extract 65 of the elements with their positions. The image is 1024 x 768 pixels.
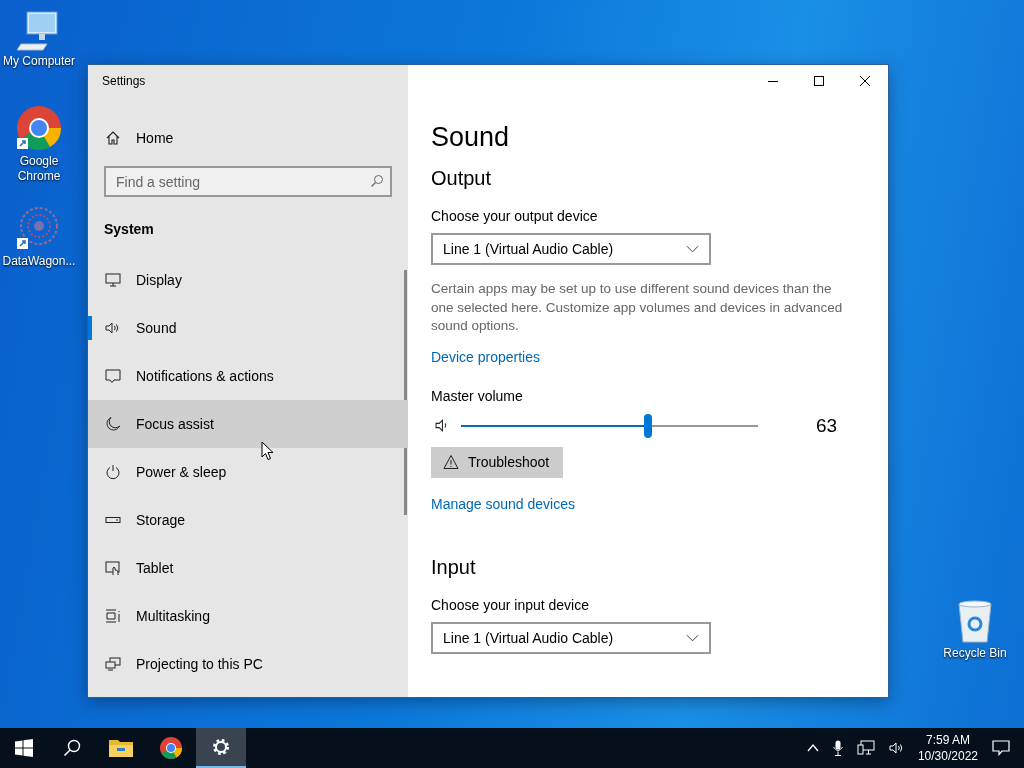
search-icon <box>370 174 384 188</box>
chevron-down-icon <box>686 245 699 253</box>
time-text: 7:59 AM <box>925 732 970 748</box>
projector-icon <box>105 656 121 672</box>
recycle-bin-icon[interactable] <box>955 600 995 644</box>
message-icon <box>105 368 121 384</box>
gear-icon <box>211 737 231 757</box>
multitasking-icon <box>105 608 121 624</box>
tablet-icon <box>105 560 121 576</box>
taskbar-app[interactable] <box>196 728 246 768</box>
speaker-icon <box>105 320 121 336</box>
date-text: 10/30/2022 <box>917 748 978 764</box>
section-heading: System <box>103 221 155 239</box>
speaker-icon[interactable] <box>888 740 905 756</box>
slider-thumb[interactable] <box>644 413 653 438</box>
search-field[interactable]: Find a setting <box>104 166 392 197</box>
input-device-dropdown[interactable]: Line 1 (Virtual Audio Cable) <box>431 621 711 654</box>
network-icon[interactable] <box>856 740 875 756</box>
windows-logo-icon <box>15 739 33 757</box>
volume-slider[interactable] <box>461 413 758 438</box>
warning-icon <box>443 454 459 470</box>
power-icon <box>105 464 121 480</box>
chrome-icon <box>159 736 183 760</box>
nav-item[interactable]: Multitasking <box>88 592 408 640</box>
chrome-icon[interactable] <box>15 104 63 152</box>
clock[interactable]: 7:59 AM 10/30/2022 <box>917 732 978 764</box>
troubleshoot-button[interactable]: Troubleshoot <box>431 446 564 478</box>
nav-item[interactable]: Storage <box>88 496 408 544</box>
home-icon <box>105 130 121 146</box>
nav-item[interactable]: Power & sleep <box>88 448 408 496</box>
nav-item[interactable]: Notifications & actions <box>88 352 408 400</box>
monitor-icon <box>105 272 121 288</box>
search-icon <box>63 739 81 757</box>
nav-item[interactable]: Tablet <box>88 544 408 592</box>
nav-item[interactable]: Display <box>88 256 408 304</box>
field-label: Choose your output device <box>431 207 598 225</box>
page-title: Sound <box>431 121 510 154</box>
desktop-icon-label[interactable]: Recycle Bin <box>943 646 1007 661</box>
device-properties-link[interactable]: Device properties <box>431 348 540 365</box>
volume-value: 63 <box>816 414 838 437</box>
section-heading: Output <box>431 166 492 191</box>
folder-icon <box>109 738 133 758</box>
notification-icon[interactable] <box>992 740 1010 756</box>
output-device-dropdown[interactable]: Line 1 (Virtual Audio Cable) <box>431 233 711 265</box>
field-label: Master volume <box>431 386 523 405</box>
nav-item[interactable]: Projecting to this PC <box>88 640 408 688</box>
manage-devices-link[interactable]: Manage sound devices <box>431 495 575 512</box>
chevron-down-icon <box>686 633 699 642</box>
nav-item[interactable]: Sound <box>88 304 408 352</box>
desktop-icon-label[interactable]: DataWagon... <box>2 254 76 269</box>
home-nav-item[interactable]: Home <box>88 114 408 162</box>
desktop-icon-label[interactable]: My Computer <box>3 54 75 69</box>
computer-icon[interactable] <box>17 8 61 52</box>
chevron-up-icon[interactable] <box>806 744 819 752</box>
mouse-cursor <box>261 441 275 461</box>
close-icon <box>860 76 870 86</box>
section-heading: Input <box>431 554 476 580</box>
moon-icon <box>105 416 121 432</box>
field-label: Choose your input device <box>431 595 589 614</box>
microphone-icon[interactable] <box>832 740 843 756</box>
nav-item[interactable]: Focus assist <box>88 400 408 448</box>
window-title: Settings <box>101 73 147 90</box>
description-text: Certain apps may be set up to use different sound devices than the one selected here. Customize app volumes and devices in advanced sound options. <box>431 280 844 335</box>
desktop-icon-label[interactable]: Google Chrome <box>1 154 77 184</box>
maximize-icon <box>814 76 824 86</box>
